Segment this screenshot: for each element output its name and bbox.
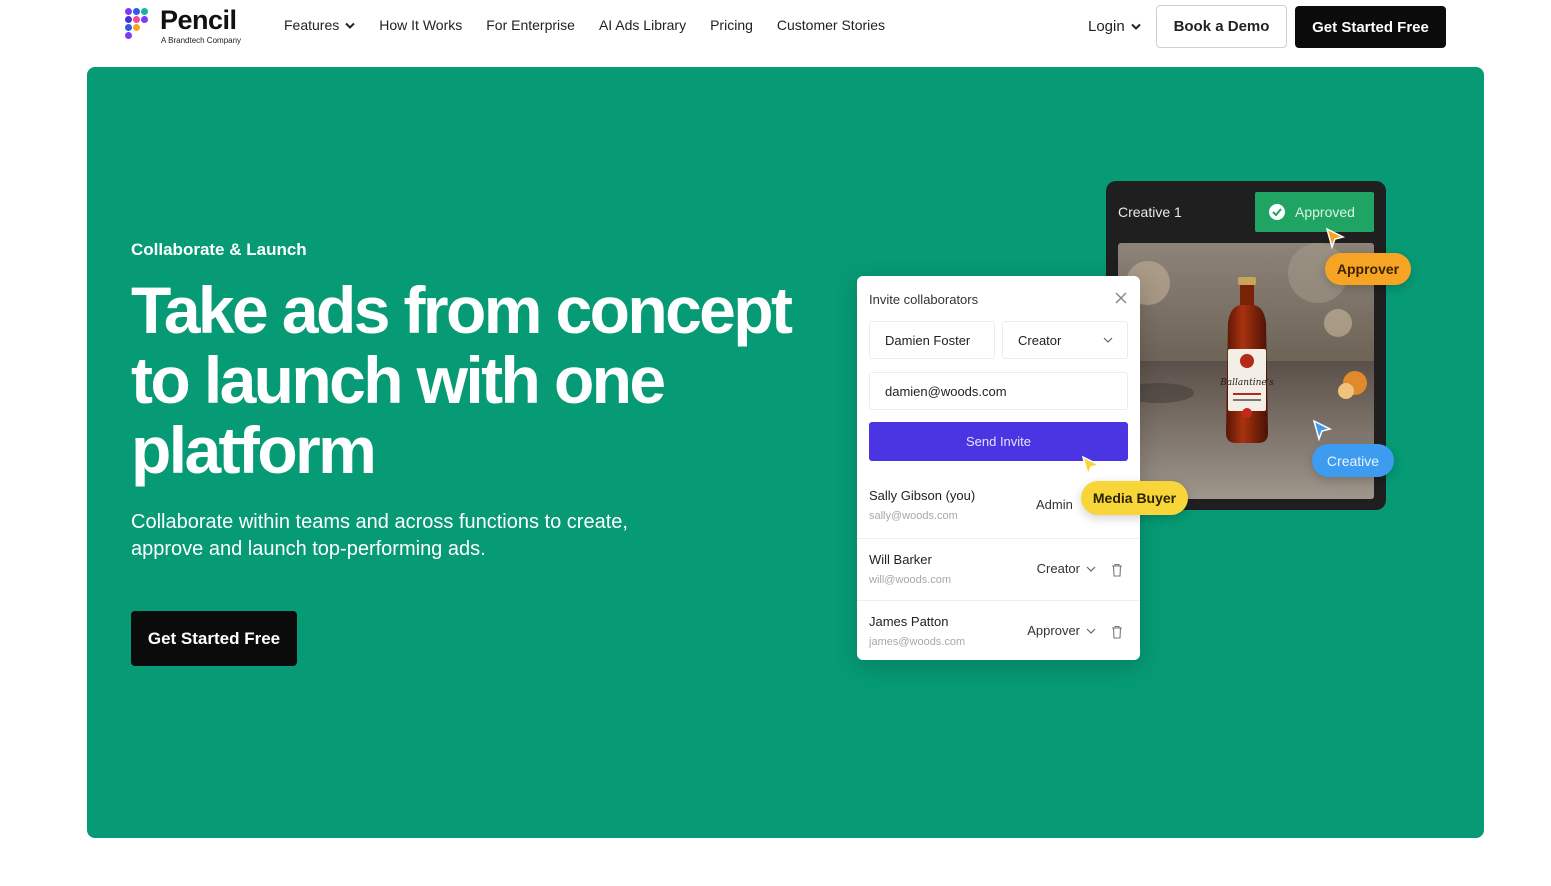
login-label: Login (1088, 18, 1125, 35)
pencil-logo-mark-icon (124, 6, 154, 46)
check-circle-icon (1269, 204, 1285, 220)
nav-pricing[interactable]: Pricing (710, 17, 753, 33)
collaborator-role-select[interactable]: Creator (1002, 321, 1128, 359)
hero-eyebrow: Collaborate & Launch (131, 240, 307, 259)
collaborator-name-field[interactable]: Damien Foster (869, 321, 995, 359)
member-name: James Patton (869, 614, 949, 629)
member-email: will@woods.com (869, 574, 952, 586)
nav-features-label: Features (284, 17, 340, 33)
nav-for-enterprise[interactable]: For Enterprise (486, 17, 575, 33)
nav-customer-stories[interactable]: Customer Stories (777, 17, 885, 33)
login-dropdown[interactable]: Login (1088, 18, 1141, 35)
approved-button[interactable]: Approved (1255, 192, 1374, 232)
collaborator-role-value: Creator (1018, 332, 1062, 348)
modal-title: Invite collaborators (869, 292, 979, 307)
member-role: Creator (1036, 561, 1080, 576)
member-role: Approver (1027, 623, 1080, 638)
collaborator-email-value: damien@woods.com (885, 383, 1007, 399)
hero-subtext: Collaborate within teams and across func… (131, 511, 628, 560)
book-demo-button[interactable]: Book a Demo (1156, 5, 1287, 48)
collaborator-email-field[interactable]: damien@woods.com (869, 372, 1128, 410)
member-row: Will Barker will@woods.com Creator (857, 538, 1140, 600)
collaborator-name-value: Damien Foster (885, 332, 971, 348)
approved-label: Approved (1295, 204, 1355, 220)
cursor-arrow-icon (1325, 227, 1345, 249)
member-row: James Patton james@woods.com Approver (857, 600, 1140, 662)
creative-title: Creative 1 (1118, 204, 1182, 220)
trash-icon[interactable] (1111, 625, 1123, 639)
nav-features[interactable]: Features (284, 17, 355, 33)
member-role-select[interactable]: Approver (1027, 623, 1096, 638)
member-email: sally@woods.com (869, 510, 958, 522)
cursor-arrow-icon (1312, 419, 1332, 441)
trash-icon[interactable] (1111, 563, 1123, 577)
primary-nav: Features How It Works For Enterprise AI … (284, 17, 909, 33)
member-name: Sally Gibson (you) (869, 488, 976, 503)
hero-section: Collaborate & Launch Take ads from conce… (87, 67, 1484, 838)
hero-headline: Take ads from concept to launch with one… (131, 273, 793, 487)
cursor-arrow-icon (1081, 455, 1101, 477)
chevron-down-icon (345, 22, 355, 29)
member-role: Admin (1036, 497, 1073, 512)
chevron-down-icon (1086, 566, 1096, 572)
member-name: Will Barker (869, 552, 932, 567)
get-started-nav-button[interactable]: Get Started Free (1295, 6, 1446, 48)
hero-get-started-button[interactable]: Get Started Free (131, 611, 297, 666)
nav-ai-ads-library[interactable]: AI Ads Library (599, 17, 686, 33)
member-email: james@woods.com (869, 636, 966, 648)
bottle-brand-label: Ballantine's (1219, 378, 1274, 388)
chevron-down-icon (1086, 628, 1096, 634)
approver-role-tag: Approver (1325, 253, 1411, 285)
member-role-select[interactable]: Creator (1037, 561, 1096, 576)
media-buyer-role-tag: Media Buyer (1081, 481, 1188, 515)
nav-how-it-works[interactable]: How It Works (379, 17, 462, 33)
brand-name: Pencil (160, 5, 237, 35)
creative-role-tag: Creative (1312, 444, 1394, 477)
chevron-down-icon (1130, 23, 1141, 30)
close-icon[interactable] (1113, 290, 1129, 306)
brand-tagline: A Brandtech Company (161, 36, 242, 45)
top-navigation: Pencil A Brandtech Company Features How … (0, 0, 1551, 60)
chevron-down-icon (1103, 337, 1113, 343)
pencil-logo[interactable]: Pencil A Brandtech Company (124, 6, 241, 46)
